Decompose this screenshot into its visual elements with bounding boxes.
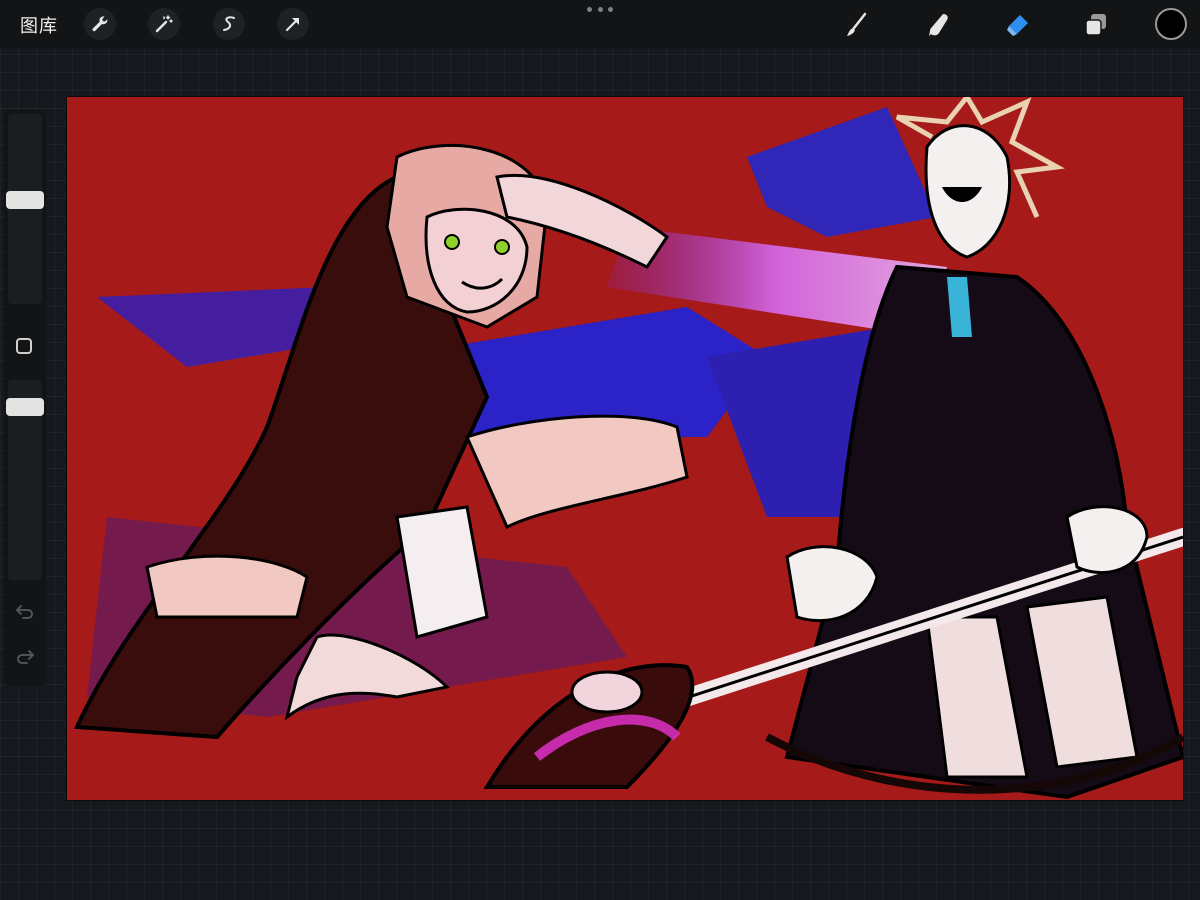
brush-icon xyxy=(847,12,867,36)
color-swatch-button[interactable] xyxy=(1155,8,1187,40)
undo-icon xyxy=(16,605,33,619)
eraser-tool-button[interactable] xyxy=(1000,8,1034,42)
adjustments-button[interactable] xyxy=(148,8,180,40)
selection-s-icon xyxy=(223,16,235,31)
undo-button[interactable] xyxy=(12,600,38,622)
sidebar-panel xyxy=(4,110,46,686)
drag-handle-icon[interactable] xyxy=(587,7,613,15)
transform-button[interactable] xyxy=(277,8,309,40)
modify-button[interactable] xyxy=(16,338,32,354)
selection-button[interactable] xyxy=(213,8,245,40)
brush-tool-button[interactable] xyxy=(840,8,874,42)
gallery-button[interactable]: 图库 xyxy=(20,12,58,38)
layers-button[interactable] xyxy=(1079,8,1113,42)
artwork-illustration xyxy=(73,97,1183,800)
brush-size-slider[interactable] xyxy=(6,114,44,304)
opacity-thumb[interactable] xyxy=(6,398,44,416)
brush-size-thumb[interactable] xyxy=(6,191,44,209)
drawing-canvas[interactable] xyxy=(67,97,1183,800)
wrench-icon xyxy=(92,16,108,32)
smudge-tool-button[interactable] xyxy=(922,8,956,42)
layers-icon xyxy=(1085,14,1106,36)
redo-icon xyxy=(17,650,34,664)
top-toolbar: 图库 xyxy=(0,0,1200,48)
opacity-slider[interactable] xyxy=(6,380,44,580)
arrow-cursor-icon xyxy=(285,17,300,32)
magic-wand-icon xyxy=(155,15,173,33)
eraser-icon xyxy=(1007,15,1028,36)
smudge-finger-icon xyxy=(929,14,948,36)
redo-button[interactable] xyxy=(12,645,38,667)
actions-button[interactable] xyxy=(84,8,116,40)
